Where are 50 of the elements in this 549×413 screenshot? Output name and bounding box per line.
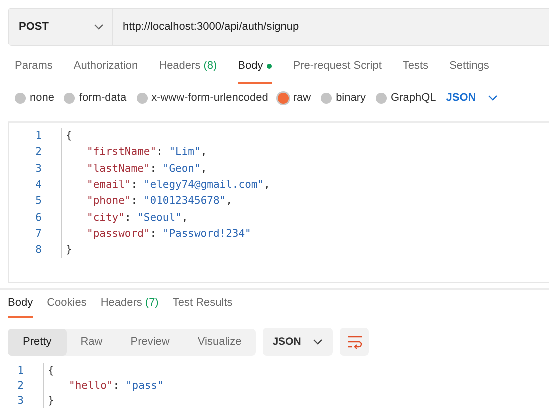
code-line: "hello": "pass" bbox=[43, 378, 164, 393]
request-tab[interactable]: Tests bbox=[402, 50, 429, 84]
line-number: 6 bbox=[34, 212, 43, 224]
response-tab[interactable]: Body bbox=[8, 290, 34, 318]
line-number: 7 bbox=[34, 228, 43, 240]
request-tab[interactable]: Headers (8) bbox=[159, 50, 218, 84]
line-number: 3 bbox=[16, 394, 25, 406]
response-tab[interactable]: Headers (7) bbox=[100, 290, 159, 318]
line-number: 4 bbox=[34, 179, 43, 192]
body-type-radio[interactable]: none bbox=[15, 92, 54, 104]
body-format-dropdown[interactable]: JSON bbox=[446, 92, 498, 104]
body-type-radio[interactable]: x-www-form-urlencoded bbox=[136, 92, 268, 104]
wrap-lines-icon bbox=[346, 335, 363, 349]
request-tab[interactable]: Body bbox=[238, 50, 272, 84]
code-line: } bbox=[61, 242, 72, 258]
line-number: 1 bbox=[16, 364, 25, 376]
line-number: 2 bbox=[16, 380, 25, 392]
response-format-dropdown[interactable]: JSON bbox=[262, 328, 334, 356]
line-number: 5 bbox=[34, 195, 43, 208]
code-line: "password": "Password!234" bbox=[61, 226, 252, 242]
wrap-lines-button[interactable] bbox=[340, 328, 370, 356]
body-type-radio[interactable]: binary bbox=[321, 92, 366, 104]
chevron-down-icon bbox=[488, 95, 498, 101]
view-mode-tab[interactable]: Pretty bbox=[8, 328, 67, 356]
code-line: "lastName": "Geon", bbox=[61, 160, 208, 177]
view-mode-tab[interactable]: Visualize bbox=[184, 328, 256, 356]
request-tab[interactable]: Settings bbox=[450, 50, 490, 84]
code-line: "firstName": "Lim", bbox=[61, 144, 208, 161]
view-mode-tab[interactable]: Raw bbox=[66, 328, 117, 356]
request-tab[interactable]: Params bbox=[15, 50, 53, 84]
body-type-radio[interactable]: GraphQL bbox=[376, 92, 436, 104]
line-number: 2 bbox=[34, 146, 43, 158]
code-line: { bbox=[61, 128, 72, 144]
chevron-down-icon bbox=[313, 339, 324, 345]
view-mode-tab[interactable]: Preview bbox=[116, 328, 184, 356]
line-number: 8 bbox=[34, 244, 43, 256]
response-tab[interactable]: Test Results bbox=[172, 290, 233, 318]
response-tab[interactable]: Cookies bbox=[47, 290, 87, 318]
request-tab[interactable]: Authorization bbox=[74, 50, 138, 84]
body-type-radio[interactable]: form-data bbox=[64, 92, 127, 104]
line-number: 1 bbox=[34, 130, 43, 142]
request-body-editor[interactable]: 1 { 2 "firstName": "Lim", 3 "lastName": "Geon", 4 "email": "elegy74@gmail.com", 5 "phone": "01012345678", 6 "city": "Seoul", 7 "password": "Password!234" 8 } bbox=[8, 121, 549, 283]
code-line: "email": "elegy74@gmail.com", bbox=[61, 176, 270, 194]
code-line: } bbox=[43, 393, 54, 408]
code-line: "phone": "01012345678", bbox=[61, 193, 232, 210]
line-number: 3 bbox=[34, 162, 43, 175]
code-line: "city": "Seoul", bbox=[61, 209, 188, 226]
body-type-radio[interactable]: raw bbox=[278, 92, 312, 104]
code-line: { bbox=[43, 363, 54, 378]
request-tab[interactable]: Pre-request Script bbox=[293, 50, 382, 84]
